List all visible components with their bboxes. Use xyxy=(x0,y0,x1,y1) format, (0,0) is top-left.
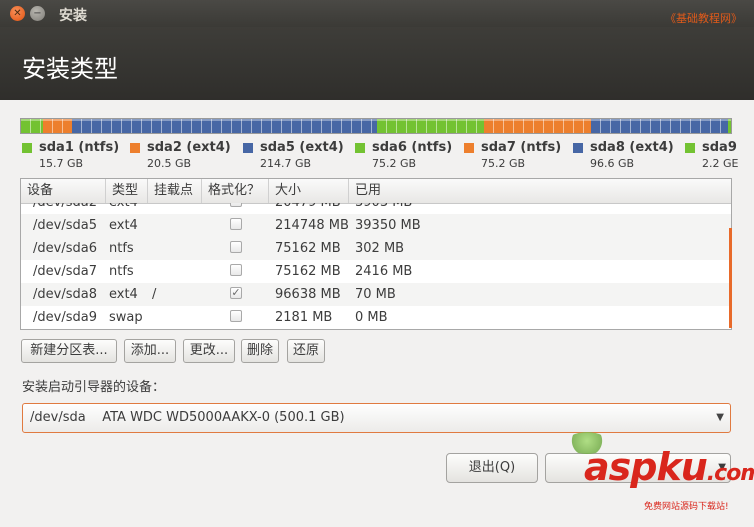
change-partition-button[interactable]: 更改... xyxy=(183,339,235,363)
legend-size: 75.2 GB xyxy=(481,157,526,170)
legend-name: sda1 (ntfs) xyxy=(39,140,120,155)
format-checkbox[interactable] xyxy=(230,264,242,276)
partition-segment xyxy=(590,119,728,133)
new-partition-table-button[interactable]: 新建分区表... xyxy=(21,339,117,363)
column-header-mount[interactable]: 挂载点 xyxy=(148,179,202,203)
table-header: 设备 类型 挂载点 格式化？ 大小 已用 xyxy=(21,179,731,204)
legend-swatch xyxy=(464,143,474,153)
cell-size: 214748 MB xyxy=(275,218,349,233)
quit-button[interactable]: 退出(Q) xyxy=(446,453,538,483)
partition-segment xyxy=(483,119,591,133)
format-checkbox[interactable] xyxy=(230,241,242,253)
legend-swatch xyxy=(22,143,32,153)
partition-legend: sda1 (ntfs) 15.7 GB sda2 (ext4) 20.5 GB … xyxy=(22,140,754,174)
cell-size: 75162 MB xyxy=(275,264,341,279)
column-header-size[interactable]: 大小 xyxy=(269,179,349,203)
partition-table[interactable]: 设备 类型 挂载点 格式化？ 大小 已用 /dev/sda2 ext4 2047… xyxy=(20,178,732,330)
legend-size: 75.2 GB xyxy=(372,157,417,170)
legend-size: 214.7 GB xyxy=(260,157,312,170)
legend-name: sda5 (ext4) xyxy=(260,140,344,155)
table-row[interactable]: /dev/sda7 ntfs 75162 MB 2416 MB xyxy=(21,260,731,283)
format-checkbox[interactable] xyxy=(230,310,242,322)
cell-used: 39350 MB xyxy=(355,218,421,233)
cell-size: 20479 MB xyxy=(275,203,341,214)
cell-type: ext4 xyxy=(109,203,138,214)
format-checkbox-checked[interactable]: ✓ xyxy=(230,287,242,299)
bootloader-device-label: 安装启动引导器的设备： xyxy=(22,380,166,395)
table-row[interactable]: /dev/sda6 ntfs 75162 MB 302 MB xyxy=(21,237,731,260)
legend-name: sda9 xyxy=(702,140,737,155)
delete-partition-button[interactable]: 删除 xyxy=(241,339,279,363)
logo-subtitle: 免费网站源码下载站! xyxy=(644,502,729,512)
column-header-type[interactable]: 类型 xyxy=(106,179,148,203)
cell-used: 3903 MB xyxy=(355,203,412,214)
legend-swatch xyxy=(685,143,695,153)
legend-size: 20.5 GB xyxy=(147,157,192,170)
legend-swatch xyxy=(573,143,583,153)
cell-mount: / xyxy=(152,287,157,302)
cell-device: /dev/sda9 xyxy=(33,310,97,325)
logo-text-asp: asp xyxy=(584,445,657,489)
column-header-device[interactable]: 设备 xyxy=(21,179,106,203)
partition-segment xyxy=(43,119,73,133)
table-row[interactable]: /dev/sda2 ext4 20479 MB 3903 MB xyxy=(21,203,731,214)
add-partition-button[interactable]: 添加... xyxy=(124,339,176,363)
partition-segment xyxy=(377,119,484,133)
cell-type: ntfs xyxy=(109,241,134,256)
format-checkbox[interactable] xyxy=(230,203,242,207)
title-bar: ✕ − 安装 《基础教程网》 xyxy=(0,0,754,27)
partition-bar xyxy=(20,118,732,134)
table-row[interactable]: /dev/sda8 ext4 / ✓ 96638 MB 70 MB xyxy=(21,283,731,306)
legend-name: sda8 (ext4) xyxy=(590,140,674,155)
page-header: 安装类型 xyxy=(0,27,754,100)
cell-device: /dev/sda6 xyxy=(33,241,97,256)
bootloader-device-value: /dev/sda ATA WDC WD5000AAKX-0 (500.1 GB) xyxy=(30,410,345,425)
column-header-format[interactable]: 格式化？ xyxy=(202,179,269,203)
legend-name: sda6 (ntfs) xyxy=(372,140,453,155)
legend-swatch xyxy=(243,143,253,153)
table-row[interactable]: /dev/sda9 swap 2181 MB 0 MB xyxy=(21,306,731,329)
revert-button[interactable]: 还原 xyxy=(287,339,325,363)
legend-size: 2.2 GE xyxy=(702,157,739,170)
partition-segment xyxy=(727,119,731,133)
cell-used: 302 MB xyxy=(355,241,405,256)
cell-size: 75162 MB xyxy=(275,241,341,256)
partition-segment xyxy=(72,119,378,133)
cell-type: ntfs xyxy=(109,264,134,279)
window-title: 安装 xyxy=(59,8,87,24)
legend-name: sda2 (ext4) xyxy=(147,140,231,155)
cell-device: /dev/sda5 xyxy=(33,218,97,233)
legend-swatch xyxy=(355,143,365,153)
cell-device: /dev/sda8 xyxy=(33,287,97,302)
minimize-icon[interactable]: − xyxy=(30,6,45,21)
chevron-down-icon: ▼ xyxy=(716,412,724,423)
legend-size: 15.7 GB xyxy=(39,157,84,170)
partition-segment xyxy=(21,119,44,133)
table-row[interactable]: /dev/sda5 ext4 214748 MB 39350 MB xyxy=(21,214,731,237)
legend-swatch xyxy=(130,143,140,153)
cell-device: /dev/sda7 xyxy=(33,264,97,279)
table-body: /dev/sda2 ext4 20479 MB 3903 MB /dev/sda… xyxy=(21,203,731,329)
format-checkbox[interactable] xyxy=(230,218,242,230)
cell-type: swap xyxy=(109,310,143,325)
logo-text-com: .com xyxy=(706,461,754,486)
site-logo: aspku.com 免费网站源码下载站! xyxy=(584,445,754,512)
cell-size: 96638 MB xyxy=(275,287,341,302)
legend-size: 96.6 GB xyxy=(590,157,635,170)
cell-used: 0 MB xyxy=(355,310,388,325)
cell-type: ext4 xyxy=(109,218,138,233)
watermark-text: 《基础教程网》 xyxy=(665,12,742,25)
page-title: 安装类型 xyxy=(22,55,118,83)
cell-size: 2181 MB xyxy=(275,310,333,325)
cell-used: 70 MB xyxy=(355,287,396,302)
bootloader-device-select[interactable]: /dev/sda ATA WDC WD5000AAKX-0 (500.1 GB)… xyxy=(22,403,731,433)
cell-used: 2416 MB xyxy=(355,264,413,279)
close-icon[interactable]: ✕ xyxy=(10,6,25,21)
logo-text-ku: ku xyxy=(656,445,707,489)
legend-name: sda7 (ntfs) xyxy=(481,140,562,155)
table-scrollbar[interactable] xyxy=(729,228,732,328)
cell-type: ext4 xyxy=(109,287,138,302)
cell-device: /dev/sda2 xyxy=(33,203,97,214)
column-header-used[interactable]: 已用 xyxy=(349,179,731,203)
